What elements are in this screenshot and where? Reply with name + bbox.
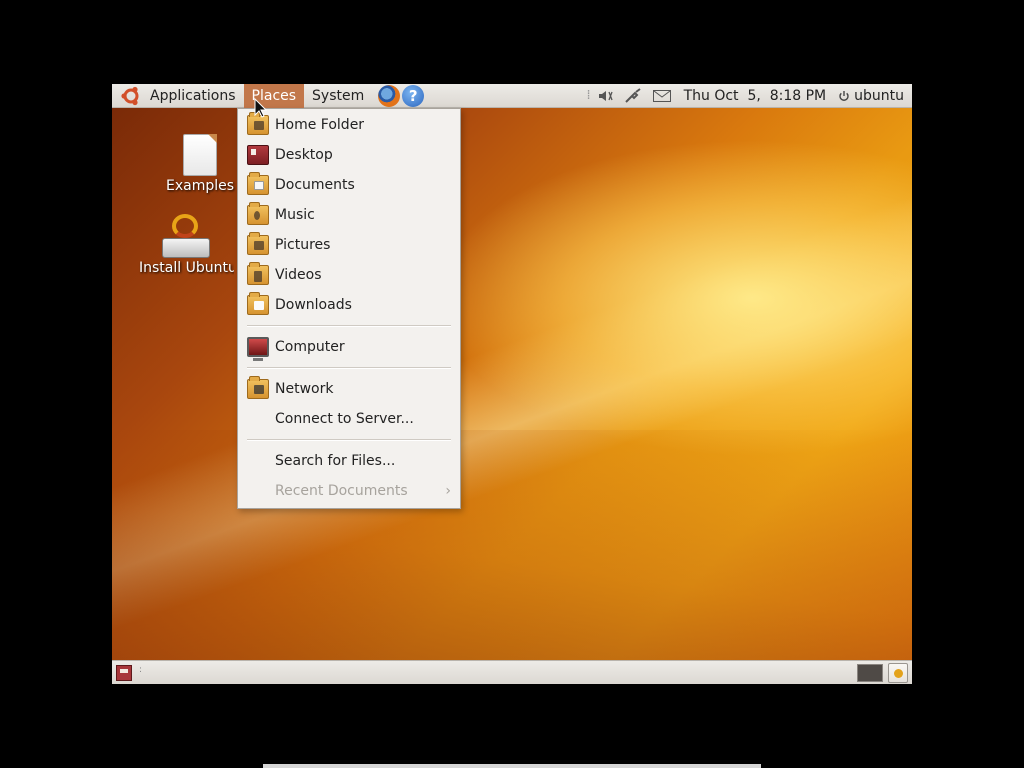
mail-icon[interactable] xyxy=(648,84,676,108)
menu-item-label: Recent Documents xyxy=(275,483,408,499)
trash-icon[interactable] xyxy=(888,663,908,683)
menu-item-label: Connect to Server... xyxy=(275,411,414,427)
network-folder-icon xyxy=(247,376,269,399)
desktop-icon xyxy=(247,145,269,165)
menu-item-network[interactable]: Network xyxy=(238,374,460,404)
menu-applications[interactable]: Applications xyxy=(142,84,244,108)
menu-item-desktop[interactable]: Desktop xyxy=(238,140,460,170)
chevron-right-icon: › xyxy=(445,483,451,499)
menu-item-label: Desktop xyxy=(275,147,333,163)
help-icon[interactable]: ? xyxy=(402,84,425,107)
desktop-background[interactable]: Examples Install Ubuntu 9 xyxy=(112,108,912,660)
installer-drive-icon xyxy=(162,214,210,258)
menu-item-label: Music xyxy=(275,207,315,223)
menu-item-connect-to-server[interactable]: Connect to Server... xyxy=(238,404,460,434)
menu-item-label: Network xyxy=(275,381,334,397)
menu-separator xyxy=(238,362,460,374)
volume-icon[interactable] xyxy=(594,84,618,108)
menu-item-documents[interactable]: Documents xyxy=(238,170,460,200)
menu-item-label: Videos xyxy=(275,267,322,283)
menu-item-recent-documents[interactable]: Recent Documents › xyxy=(238,476,460,506)
documents-folder-icon xyxy=(247,172,269,195)
menu-separator xyxy=(238,320,460,332)
music-folder-icon xyxy=(247,202,269,225)
top-panel: Applications Places System ? ⁞ Thu Oct 5… xyxy=(112,84,912,108)
user-menu[interactable]: ubuntu xyxy=(834,88,912,104)
computer-icon xyxy=(247,337,269,361)
pictures-folder-icon xyxy=(247,232,269,255)
desktop-icon-label: Install Ubuntu 9 xyxy=(139,260,234,276)
menu-separator xyxy=(238,434,460,446)
menu-item-downloads[interactable]: Downloads xyxy=(238,290,460,320)
menu-item-label: Documents xyxy=(275,177,355,193)
ubuntu-logo-icon xyxy=(121,86,139,105)
screen-bottom-strip xyxy=(263,764,761,768)
downloads-folder-icon xyxy=(247,292,269,315)
menu-item-label: Downloads xyxy=(275,297,352,313)
menu-item-home-folder[interactable]: Home Folder xyxy=(238,110,460,140)
bottom-panel: : xyxy=(112,660,912,684)
desktop-icon-label: Examples xyxy=(166,178,235,194)
places-menu: Home Folder Desktop Documents Music Pict… xyxy=(237,108,461,509)
menu-places[interactable]: Places xyxy=(243,84,305,108)
menu-item-computer[interactable]: Computer xyxy=(238,332,460,362)
power-icon xyxy=(839,90,849,101)
menu-item-music[interactable]: Music xyxy=(238,200,460,230)
menu-item-videos[interactable]: Videos xyxy=(238,260,460,290)
clock[interactable]: Thu Oct 5, 8:18 PM xyxy=(676,88,835,104)
menu-item-label: Home Folder xyxy=(275,117,365,133)
menu-item-search-for-files[interactable]: Search for Files... xyxy=(238,446,460,476)
document-icon xyxy=(183,134,218,176)
menu-system[interactable]: System xyxy=(304,84,372,108)
network-icon[interactable] xyxy=(618,84,648,108)
workspace-switcher[interactable] xyxy=(857,664,883,682)
desktop-icon-examples[interactable]: Examples xyxy=(166,134,234,194)
panel-handle: : xyxy=(139,665,143,675)
user-name: ubuntu xyxy=(854,87,904,104)
menu-item-label: Pictures xyxy=(275,237,331,253)
videos-folder-icon xyxy=(247,262,269,285)
desktop-icon-install-ubuntu[interactable]: Install Ubuntu 9 xyxy=(138,214,234,276)
menu-item-label: Search for Files... xyxy=(275,453,396,469)
panel-handle: ⁞ xyxy=(586,88,591,103)
menu-item-label: Computer xyxy=(275,339,345,355)
menu-item-pictures[interactable]: Pictures xyxy=(238,230,460,260)
screen: Examples Install Ubuntu 9 Applications P… xyxy=(112,84,912,684)
home-folder-icon xyxy=(247,112,269,135)
firefox-icon[interactable] xyxy=(378,84,401,107)
show-desktop-icon[interactable] xyxy=(116,665,132,681)
